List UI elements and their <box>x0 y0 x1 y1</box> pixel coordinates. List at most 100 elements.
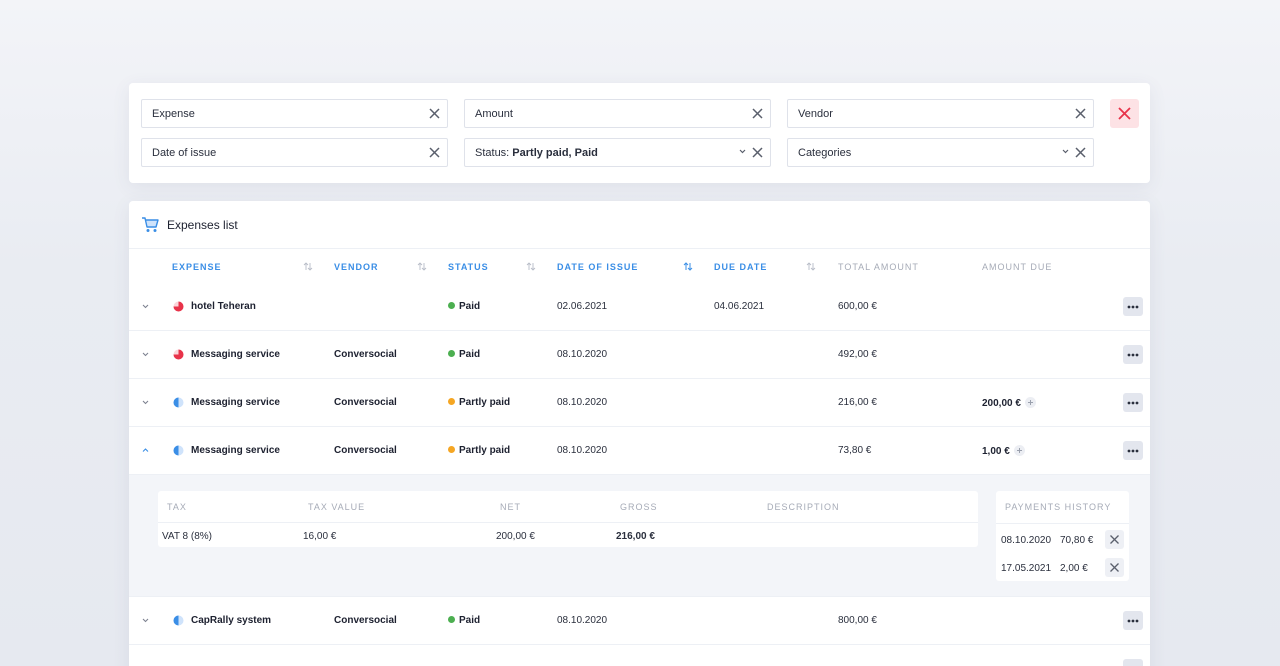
amount-filter[interactable]: Amount <box>464 99 771 128</box>
expenses-list-card: Expenses list Expense Vendor Status Date… <box>129 201 1150 666</box>
payment-status-pie-icon <box>173 301 184 312</box>
column-expense[interactable]: Expense <box>172 262 222 272</box>
payment-status-pie-icon <box>173 397 184 408</box>
expense-name[interactable]: hotel Teheran <box>191 301 256 312</box>
close-icon[interactable] <box>428 107 441 120</box>
chevron-down-icon[interactable] <box>738 147 747 156</box>
sort-icon[interactable] <box>806 261 816 272</box>
status-badge: Paid <box>448 615 480 626</box>
column-description: Description <box>767 502 840 512</box>
close-icon[interactable] <box>751 107 764 120</box>
categories-filter[interactable]: Categories <box>787 138 1094 167</box>
column-due-date[interactable]: Due date <box>714 262 767 272</box>
sort-active-icon[interactable] <box>683 261 693 272</box>
close-icon[interactable] <box>751 146 764 159</box>
amount-filter-label: Amount <box>475 107 513 120</box>
total-amount: 800,00 € <box>838 615 877 626</box>
sort-icon[interactable] <box>303 261 313 272</box>
chevron-down-icon[interactable] <box>141 302 150 311</box>
status-dot <box>448 398 455 405</box>
expense-name[interactable]: Messaging service <box>191 445 280 456</box>
date-of-issue: 08.10.2020 <box>557 397 608 408</box>
more-icon <box>1127 401 1139 404</box>
categories-filter-label: Categories <box>798 146 852 159</box>
close-icon <box>1110 535 1119 544</box>
table-row[interactable]: CapRally system Conversocial Paid 08.10.… <box>129 597 1150 645</box>
date-of-issue-filter[interactable]: Date of issue <box>141 138 448 167</box>
payment-item: 08.10.2020 70,80 € <box>996 523 1129 552</box>
column-tax-value: Tax value <box>308 502 366 512</box>
chevron-down-icon[interactable] <box>141 398 150 407</box>
date-of-issue: 08.10.2020 <box>557 615 608 626</box>
chevron-down-icon[interactable] <box>1061 147 1070 156</box>
delete-payment-button[interactable] <box>1105 558 1124 577</box>
table-row[interactable]: Messaging service Conversocial Partly pa… <box>129 379 1150 427</box>
row-actions-button[interactable] <box>1123 297 1143 316</box>
date-of-issue: 08.10.2020 <box>557 349 608 360</box>
column-date-of-issue[interactable]: Date of issue <box>557 262 638 272</box>
status-text: Paid <box>459 615 481 626</box>
vendor-name: Conversocial <box>334 397 397 408</box>
vendor-filter[interactable]: Vendor <box>787 99 1094 128</box>
status-filter[interactable]: Status: Partly paid, Paid <box>464 138 771 167</box>
table-row[interactable]: hotel Teheran Paid 02.06.2021 04.06.2021… <box>129 283 1150 331</box>
table-row[interactable]: Messaging service Conversocial Paid 08.1… <box>129 331 1150 379</box>
more-icon <box>1127 353 1139 356</box>
status-dot <box>448 446 455 453</box>
expense-name[interactable]: Messaging service <box>191 349 280 360</box>
more-icon <box>1127 619 1139 622</box>
row-actions-button[interactable] <box>1123 345 1143 364</box>
vendor-name: Conversocial <box>334 445 397 456</box>
row-actions-button[interactable] <box>1123 611 1143 630</box>
expense-name[interactable]: Messaging service <box>191 397 280 408</box>
expense-details-panel: Tax Tax value Net Gross Description VAT … <box>129 475 1150 597</box>
row-actions-button[interactable] <box>1123 393 1143 412</box>
tax-table: Tax Tax value Net Gross Description VAT … <box>158 491 978 547</box>
row-actions-button[interactable] <box>1123 441 1143 460</box>
delete-payment-button[interactable] <box>1105 530 1124 549</box>
close-icon[interactable] <box>1074 146 1087 159</box>
add-payment-icon[interactable] <box>1024 397 1036 408</box>
payment-item: 17.05.2021 2,00 € <box>996 552 1129 581</box>
status-badge: Paid <box>448 349 480 360</box>
gross-amount: 216,00 € <box>616 531 655 542</box>
more-icon <box>1127 449 1139 452</box>
sort-icon[interactable] <box>417 261 427 272</box>
payment-date: 17.05.2021 <box>1001 563 1052 574</box>
status-filter-label: Status: Partly paid, Paid <box>475 147 770 159</box>
vendor-name: Conversocial <box>334 349 397 360</box>
chevron-up-icon[interactable] <box>141 446 150 455</box>
expense-filter-label: Expense <box>152 107 195 120</box>
date-of-issue: 02.06.2021 <box>557 301 608 312</box>
status-text: Partly paid <box>459 397 511 408</box>
column-gross: Gross <box>620 502 658 512</box>
expense-filter[interactable]: Expense <box>141 99 448 128</box>
table-row-expanded[interactable]: Messaging service Conversocial Partly pa… <box>129 427 1150 475</box>
vendor-name: Conversocial <box>334 615 397 626</box>
table-row[interactable] <box>129 645 1150 666</box>
add-payment-icon[interactable] <box>1013 445 1025 456</box>
total-amount: 492,00 € <box>838 349 877 360</box>
clear-filters-button[interactable] <box>1110 99 1139 128</box>
table-header: Expense Vendor Status Date of issue Due … <box>129 250 1150 284</box>
chevron-down-icon[interactable] <box>141 350 150 359</box>
column-total-amount: Total amount <box>838 262 919 272</box>
close-icon[interactable] <box>1074 107 1087 120</box>
payment-status-pie-icon <box>173 615 184 626</box>
payment-date: 08.10.2020 <box>1001 535 1052 546</box>
payment-amount: 2,00 € <box>1060 563 1088 574</box>
row-actions-button[interactable] <box>1123 659 1143 666</box>
date-of-issue: 08.10.2020 <box>557 445 608 456</box>
close-icon[interactable] <box>428 146 441 159</box>
sort-icon[interactable] <box>526 261 536 272</box>
total-amount: 216,00 € <box>838 397 877 408</box>
column-vendor[interactable]: Vendor <box>334 262 379 272</box>
column-status[interactable]: Status <box>448 262 489 272</box>
status-dot <box>448 350 455 357</box>
status-dot <box>448 302 455 309</box>
status-badge: Paid <box>448 301 480 312</box>
expense-name[interactable]: CapRally system <box>191 615 271 626</box>
chevron-down-icon[interactable] <box>141 616 150 625</box>
card-header: Expenses list <box>129 201 1150 249</box>
column-amount-due: Amount due <box>982 262 1053 272</box>
